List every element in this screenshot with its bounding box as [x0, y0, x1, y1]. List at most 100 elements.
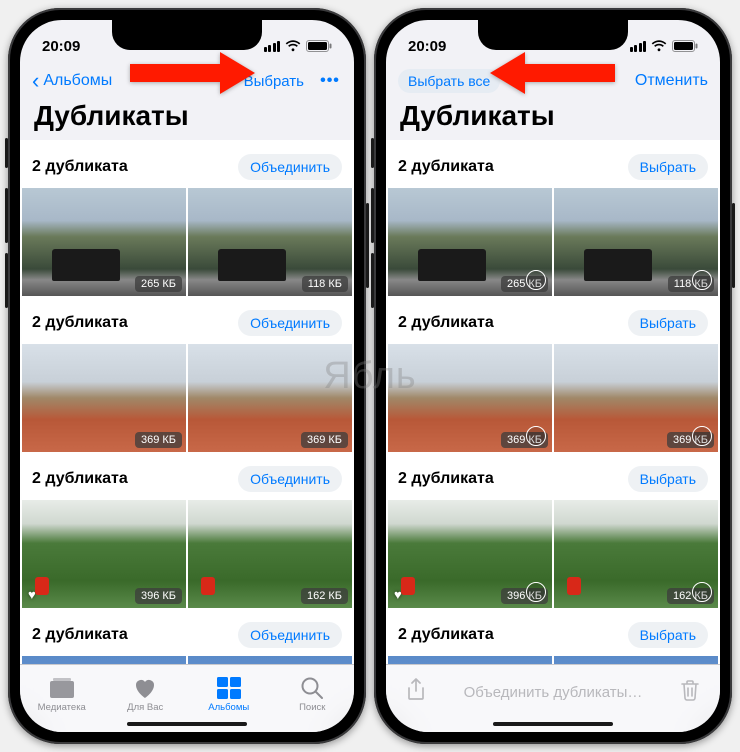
photo-thumbnail[interactable]: 369 КБ	[22, 344, 186, 452]
back-button[interactable]: ‹ Альбомы	[32, 70, 112, 92]
selection-circle[interactable]	[692, 426, 712, 446]
thumbnail-row: 265 КБ118 КБ	[386, 188, 720, 296]
annotation-arrow-left	[490, 52, 615, 94]
page-title: Дубликаты	[386, 100, 720, 140]
more-button[interactable]: •••	[318, 69, 342, 93]
photo-thumbnail[interactable]: 162 КБ	[554, 500, 718, 608]
status-time: 20:09	[42, 38, 80, 55]
file-size-badge: 369 КБ	[301, 432, 348, 448]
thumbnail-row: 396 КБ ♥ 162 КБ	[20, 500, 354, 608]
mute-switch	[371, 138, 374, 168]
duplicates-list[interactable]: 2 дубликатаВыбрать265 КБ118 КБ2 дубликат…	[386, 140, 720, 664]
cellular-icon	[630, 41, 647, 52]
photo-thumbnail[interactable]: 118 КБ	[188, 188, 352, 296]
photo-thumbnail[interactable]	[388, 656, 552, 664]
thumbnail-row: 265 КБ 118 КБ	[20, 188, 354, 296]
group-action-button[interactable]: Выбрать	[628, 310, 708, 336]
photo-thumbnail[interactable]: 369 КБ	[388, 344, 552, 452]
photo-thumbnail[interactable]	[188, 656, 352, 664]
group-header: 2 дубликата Объединить	[20, 452, 354, 500]
photo-thumbnail[interactable]: 162 КБ	[188, 500, 352, 608]
group-action-button[interactable]: Объединить	[238, 310, 342, 336]
wifi-icon	[285, 40, 301, 52]
iphone-left: 20:09 ‹ Альбомы Выбрать	[8, 8, 366, 744]
group-action-button[interactable]: Выбрать	[628, 466, 708, 492]
select-all-button[interactable]: Выбрать все	[398, 69, 500, 93]
selection-circle[interactable]	[692, 270, 712, 290]
wifi-icon	[651, 40, 667, 52]
chevron-left-icon: ‹	[32, 70, 39, 92]
group-count: 2 дубликата	[32, 470, 128, 488]
photo-thumbnail[interactable]: 265 КБ	[22, 188, 186, 296]
photo-thumbnail[interactable]: 265 КБ	[388, 188, 552, 296]
group-count: 2 дубликата	[398, 626, 494, 644]
tab-label: Поиск	[299, 702, 325, 713]
duplicates-list[interactable]: 2 дубликата Объединить 265 КБ 118 КБ 2 дубли…	[20, 140, 354, 664]
photo-thumbnail[interactable]	[554, 656, 718, 664]
selection-circle[interactable]	[526, 426, 546, 446]
group-header: 2 дубликатаОбъединить	[20, 296, 354, 344]
photo-thumbnail[interactable]: 396 КБ♥	[388, 500, 552, 608]
group-action-button[interactable]: Объединить	[238, 466, 342, 492]
photo-thumbnail[interactable]: 369 КБ	[188, 344, 352, 452]
cellular-icon	[264, 41, 281, 52]
for-you-icon	[133, 676, 157, 700]
share-button	[406, 678, 426, 707]
file-size-badge: 396 КБ	[135, 588, 182, 604]
albums-icon	[216, 676, 242, 700]
volume-down	[371, 253, 374, 308]
notch	[112, 20, 262, 50]
cancel-button[interactable]: Отменить	[635, 72, 708, 90]
group-count: 2 дубликата	[32, 158, 128, 176]
tab-label: Для Вас	[127, 702, 163, 713]
file-size-badge: 118 КБ	[302, 276, 348, 292]
thumbnail-row	[20, 656, 354, 664]
power-button	[732, 203, 735, 288]
merge-duplicates-button: Объединить дубликаты…	[464, 684, 643, 701]
group-action-button[interactable]: Выбрать	[628, 154, 708, 180]
thumbnail-row: 369 КБ 369 КБ	[20, 344, 354, 452]
notch	[478, 20, 628, 50]
photo-thumbnail[interactable]: 118 КБ	[554, 188, 718, 296]
group-count: 2 дубликата	[398, 470, 494, 488]
trash-button	[680, 679, 700, 706]
group-header: 2 дубликата Выбрать	[386, 452, 720, 500]
file-size-badge: 265 КБ	[135, 276, 182, 292]
group-header: 2 дубликата Выбрать	[386, 140, 720, 188]
group-count: 2 дубликата	[398, 314, 494, 332]
tab-поиск[interactable]: Поиск	[271, 665, 355, 732]
favorite-icon: ♥	[394, 587, 402, 602]
group-count: 2 дубликата	[32, 626, 128, 644]
thumbnail-row: 369 КБ369 КБ	[386, 344, 720, 452]
volume-up	[371, 188, 374, 243]
page-title: Дубликаты	[20, 100, 354, 140]
thumbnail-row: 396 КБ♥162 КБ	[386, 500, 720, 608]
search-icon	[300, 676, 324, 700]
group-action-button[interactable]: Объединить	[238, 622, 342, 648]
photo-thumbnail[interactable]	[22, 656, 186, 664]
tab-label: Альбомы	[208, 702, 249, 713]
group-action-button[interactable]: Объединить	[238, 154, 342, 180]
selection-circle[interactable]	[526, 270, 546, 290]
favorite-icon: ♥	[28, 587, 36, 602]
home-indicator	[493, 722, 613, 726]
volume-up	[5, 188, 8, 243]
volume-down	[5, 253, 8, 308]
photo-library-icon	[49, 676, 75, 700]
status-time: 20:09	[408, 38, 446, 55]
tab-медиатека[interactable]: Медиатека	[20, 665, 104, 732]
file-size-badge: 162 КБ	[301, 588, 348, 604]
group-header: 2 дубликата Объединить	[20, 140, 354, 188]
iphone-right: 20:09 Выбрать все Отменить	[374, 8, 732, 744]
photo-thumbnail[interactable]: 396 КБ ♥	[22, 500, 186, 608]
battery-icon	[672, 40, 698, 52]
battery-icon	[306, 40, 332, 52]
selection-circle[interactable]	[526, 582, 546, 602]
tab-label: Медиатека	[38, 702, 86, 713]
mute-switch	[5, 138, 8, 168]
group-action-button[interactable]: Выбрать	[628, 622, 708, 648]
photo-thumbnail[interactable]: 369 КБ	[554, 344, 718, 452]
selection-circle[interactable]	[692, 582, 712, 602]
group-count: 2 дубликата	[398, 158, 494, 176]
home-indicator	[127, 722, 247, 726]
